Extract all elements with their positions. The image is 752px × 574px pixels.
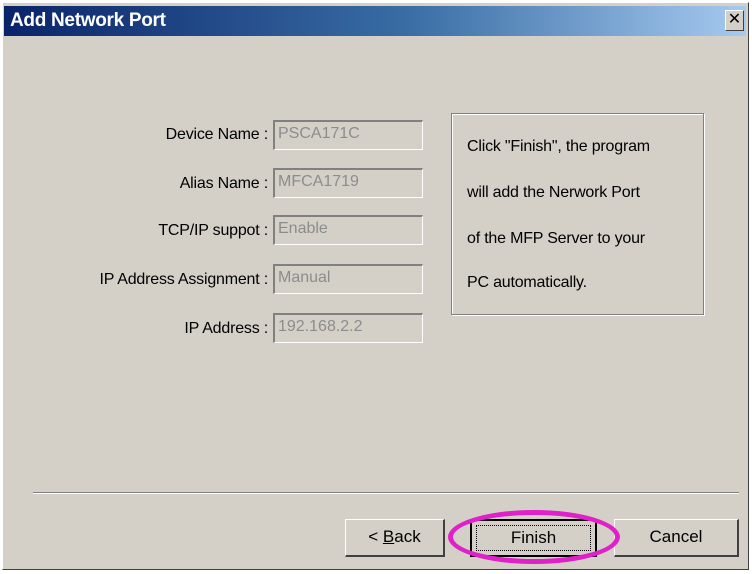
info-line: Click "Finish", the program <box>467 138 650 155</box>
cancel-button[interactable]: Cancel <box>614 519 739 557</box>
info-line: of the MFP Server to your <box>467 230 645 247</box>
device-name-field[interactable]: PSCA171C <box>273 120 423 150</box>
cancel-button-label: Cancel <box>649 527 703 546</box>
info-line: PC automatically. <box>467 274 587 291</box>
ip-address-field[interactable]: 192.168.2.2 <box>273 313 423 343</box>
device-name-label: Device Name : <box>165 126 269 143</box>
back-button-accelerator: B <box>382 527 395 546</box>
ip-assignment-field[interactable]: Manual <box>273 264 423 294</box>
ip-address-label: IP Address : <box>184 320 268 337</box>
info-line: will add the Nerwork Port <box>467 184 640 201</box>
ip-assignment-label: IP Address Assignment : <box>99 271 268 288</box>
window-title: Add Network Port <box>10 10 166 31</box>
alias-name-label: Alias Name : <box>179 175 268 192</box>
close-icon: ✕ <box>727 11 742 28</box>
separator <box>33 492 739 494</box>
title-bar: Add Network Port ✕ <box>4 6 746 36</box>
close-button[interactable]: ✕ <box>725 10 744 31</box>
info-panel: Click "Finish", the program will add the… <box>451 113 704 315</box>
back-button-label: ack <box>394 527 421 546</box>
back-button[interactable]: < Back <box>345 519 445 557</box>
back-button-prefix: < <box>368 527 383 546</box>
alias-name-field[interactable]: MFCA1719 <box>273 168 423 198</box>
tcpip-support-field[interactable]: Enable <box>273 215 423 245</box>
tcpip-support-label: TCP/IP suppot : <box>158 222 268 239</box>
highlight-ellipse <box>448 510 620 564</box>
